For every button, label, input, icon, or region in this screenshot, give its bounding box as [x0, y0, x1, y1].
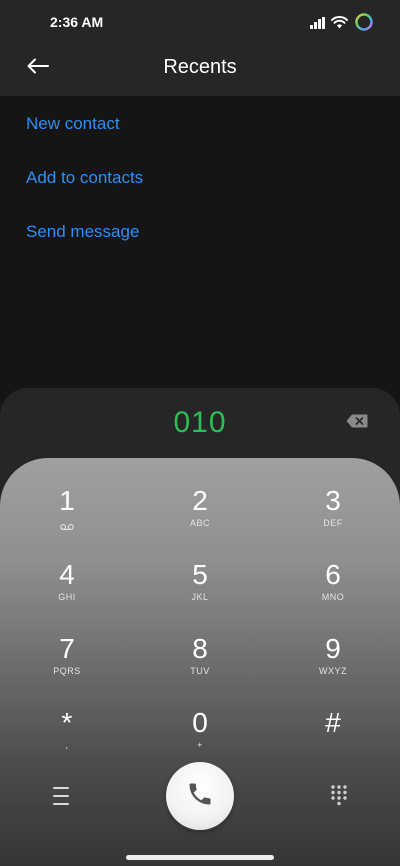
key-7[interactable]: 7 PQRS [12, 632, 122, 694]
key-2[interactable]: 2 ABC [145, 484, 255, 546]
status-icons [310, 12, 374, 37]
key-digit: 2 [192, 485, 208, 516]
key-0[interactable]: 0 + [145, 706, 255, 768]
phone-icon [186, 780, 214, 813]
backspace-button[interactable] [346, 414, 368, 433]
page-title: Recents [163, 56, 237, 78]
key-1[interactable]: 1 [12, 484, 122, 546]
key-digit: 4 [59, 559, 75, 590]
dialer-bottom-controls [0, 762, 400, 832]
dialpad-icon[interactable] [328, 784, 350, 806]
backspace-icon [346, 414, 368, 432]
key-letters: , [65, 740, 69, 750]
key-digit: * [61, 707, 73, 738]
key-letters: DEF [323, 518, 343, 528]
contact-actions: New contact Add to contacts Send message [0, 96, 400, 258]
key-digit: 9 [325, 633, 341, 664]
key-letters: TUV [190, 666, 210, 676]
key-hash[interactable]: # [278, 706, 388, 768]
key-letters: ABC [189, 518, 210, 528]
key-digit: 0 [192, 707, 208, 738]
key-letters: + [197, 740, 203, 750]
key-letters: JKL [191, 592, 209, 602]
key-digit: 6 [325, 559, 341, 590]
add-to-contacts-link[interactable]: Add to contacts [0, 150, 400, 204]
key-letters: MNO [321, 592, 345, 602]
key-4[interactable]: 4 GHI [12, 558, 122, 620]
new-contact-link[interactable]: New contact [0, 96, 400, 150]
wifi-icon [331, 15, 348, 34]
key-star[interactable]: * , [12, 706, 122, 768]
key-8[interactable]: 8 TUV [145, 632, 255, 694]
status-time: 2:36 AM [50, 14, 104, 30]
key-digit: 5 [192, 559, 208, 590]
status-bar: 2:36 AM [0, 0, 400, 44]
key-letters: GHI [58, 592, 76, 602]
menu-icon[interactable] [48, 784, 74, 808]
key-digit: 3 [325, 485, 341, 516]
key-5[interactable]: 5 JKL [145, 558, 255, 620]
key-digit: 1 [59, 485, 75, 516]
call-button[interactable] [166, 762, 234, 830]
app-bar: Recents [0, 44, 400, 96]
key-letters: PQRS [53, 666, 81, 676]
dialed-number: 010 [173, 406, 227, 439]
ring-indicator-icon [354, 12, 374, 37]
home-indicator [126, 855, 274, 860]
key-letters: WXYZ [319, 666, 347, 676]
key-digit: 7 [59, 633, 75, 664]
key-6[interactable]: 6 MNO [278, 558, 388, 620]
voicemail-icon [60, 518, 74, 536]
key-digit: 8 [192, 633, 208, 664]
key-9[interactable]: 9 WXYZ [278, 632, 388, 694]
send-message-link[interactable]: Send message [0, 204, 400, 258]
signal-icon [310, 16, 325, 34]
key-3[interactable]: 3 DEF [278, 484, 388, 546]
key-digit: # [325, 707, 341, 738]
